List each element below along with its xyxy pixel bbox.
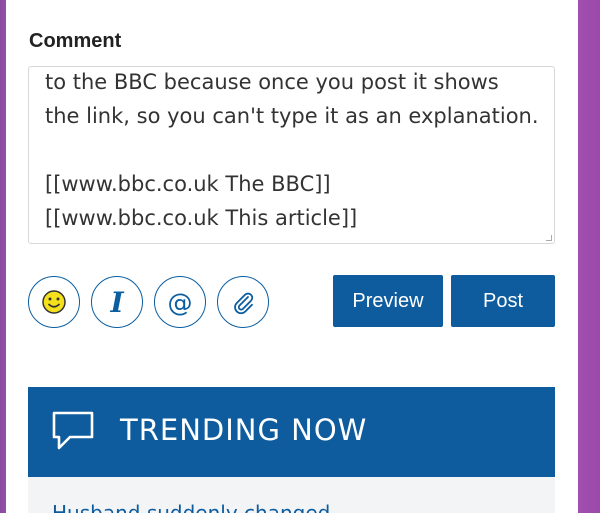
emoji-button[interactable] bbox=[28, 276, 80, 328]
comment-textarea[interactable]: to the BBC because once you post it show… bbox=[28, 66, 555, 244]
trending-item-link[interactable]: Husband suddenly changed bbox=[52, 501, 330, 513]
comment-label: Comment bbox=[29, 30, 122, 52]
post-button[interactable]: Post bbox=[451, 275, 555, 327]
mention-button[interactable]: @ bbox=[154, 276, 206, 328]
comment-line: the link, so you can't type it as an exp… bbox=[45, 104, 539, 128]
preview-button[interactable]: Preview bbox=[333, 275, 443, 327]
mention-icon: @ bbox=[167, 287, 193, 317]
comment-line: [[www.bbc.co.uk The BBC]] bbox=[45, 172, 331, 196]
attach-button[interactable] bbox=[217, 276, 269, 328]
comment-line bbox=[45, 133, 544, 167]
smiley-icon bbox=[42, 290, 66, 314]
comment-line: to the BBC because once you post it show… bbox=[45, 70, 499, 94]
paperclip-icon bbox=[234, 292, 254, 315]
comment-line: [[www.bbc.co.uk This article]] bbox=[45, 206, 358, 230]
trending-list: Husband suddenly changed bbox=[28, 477, 555, 513]
trending-title: TRENDING NOW bbox=[120, 413, 368, 447]
speech-bubble-icon bbox=[52, 411, 94, 450]
comment-panel: Comment to the BBC because once you post… bbox=[6, 0, 578, 513]
italic-icon: I bbox=[110, 285, 124, 319]
comment-text[interactable]: to the BBC because once you post it show… bbox=[45, 67, 544, 235]
trending-header: TRENDING NOW bbox=[28, 387, 555, 477]
italic-button[interactable]: I bbox=[91, 276, 143, 328]
resize-handle[interactable] bbox=[546, 235, 552, 241]
